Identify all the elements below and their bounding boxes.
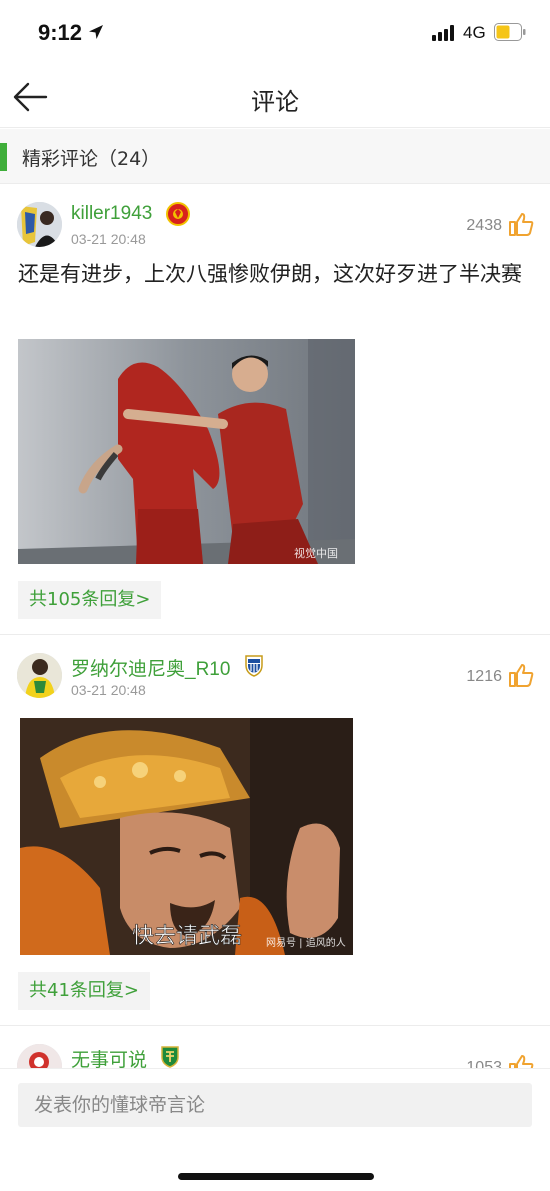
beijing-guoan-badge-icon	[161, 1046, 179, 1068]
comment-item: killer1943 03-21 20:48 2438 还是有进步，上次八强惨败…	[0, 185, 550, 635]
comment-input-bar: 发表你的懂球帝言论	[0, 1068, 550, 1191]
replies-button[interactable]: 共41条回复>	[18, 972, 150, 1010]
image-caption: 快去请武磊	[132, 924, 242, 949]
comment-item: 罗纳尔迪尼奥_R10 03-21 20:48 1216 快去请武磊 网易号 | …	[0, 636, 550, 1026]
battery-icon	[494, 23, 526, 41]
image-watermark: 网易号 | 追风的人	[266, 936, 346, 949]
section-title: 精彩评论（24）	[22, 148, 161, 170]
comment-username[interactable]: killer1943	[71, 203, 152, 225]
thumbs-up-icon[interactable]	[508, 211, 534, 237]
manchester-united-badge-icon	[166, 202, 190, 226]
status-time: 9:12	[38, 20, 83, 45]
replies-button[interactable]: 共105条回复>	[18, 581, 162, 619]
comment-image[interactable]: 视觉中国	[18, 339, 355, 564]
comment-image[interactable]: 快去请武磊 网易号 | 追风的人	[20, 718, 353, 955]
image-watermark: 视觉中国	[294, 546, 338, 560]
espanyol-badge-icon	[245, 655, 263, 677]
location-arrow-icon	[89, 25, 103, 39]
comment-text: 还是有进步，上次八强惨败伊朗，这次好歹进了半决赛	[18, 262, 522, 286]
nav-bar: 评论	[0, 66, 550, 128]
comment-timestamp: 03-21 20:48	[71, 682, 146, 698]
status-bar: 9:12 4G	[0, 0, 550, 66]
comment-input[interactable]: 发表你的懂球帝言论	[18, 1083, 532, 1127]
network-type: 4G	[463, 23, 486, 42]
section-accent-bar	[0, 143, 7, 171]
comment-timestamp: 03-21 20:48	[71, 231, 146, 247]
avatar[interactable]	[17, 653, 62, 698]
like-count: 2438	[466, 217, 502, 234]
home-indicator	[178, 1173, 374, 1180]
page-title: 评论	[251, 88, 299, 116]
avatar[interactable]	[17, 202, 62, 247]
like-count: 1216	[466, 668, 502, 685]
section-header: 精彩评论（24）	[0, 129, 550, 184]
cellular-signal-icon	[432, 25, 458, 41]
comment-username[interactable]: 罗纳尔迪尼奥_R10	[71, 654, 230, 681]
thumbs-up-icon[interactable]	[508, 662, 534, 688]
